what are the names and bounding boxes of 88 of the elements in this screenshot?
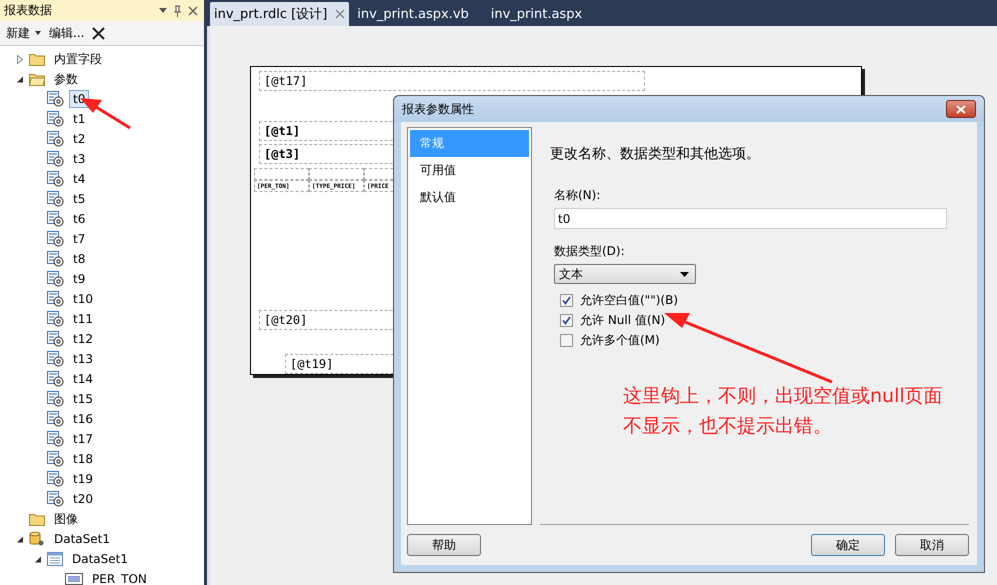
parameter-icon	[47, 211, 64, 227]
parameter-icon	[47, 291, 64, 307]
database-icon	[29, 531, 45, 547]
tree-item[interactable]: t4	[69, 170, 90, 188]
parameter-icon	[47, 111, 64, 127]
toolbar-button[interactable]: 编辑...	[49, 24, 84, 42]
tree-item[interactable]: t10	[69, 290, 97, 308]
parameter-icon	[47, 131, 64, 147]
tree-item[interactable]: DataSet1	[68, 550, 132, 568]
document-tab[interactable]: inv_print.aspx	[486, 2, 596, 26]
tree-item[interactable]: t5	[69, 190, 90, 208]
type-dropdown[interactable]: 文本	[554, 264, 696, 284]
parameter-icon	[47, 431, 64, 447]
parameter-icon	[47, 151, 64, 167]
toolbar-button[interactable]: 新建	[6, 24, 41, 42]
cancel-button[interactable]: 取消	[895, 534, 969, 556]
name-input[interactable]: t0	[554, 208, 947, 229]
checkbox[interactable]	[560, 334, 573, 346]
tree-item[interactable]: t19	[69, 470, 97, 488]
tree-item[interactable]: DataSet1	[50, 530, 114, 548]
checkbox-label: 允许多个值(M)	[580, 332, 660, 348]
parameter-icon	[47, 351, 64, 367]
parameter-icon	[47, 91, 64, 107]
tree-item[interactable]: t14	[69, 370, 97, 388]
dialog-title: 报表参数属性	[402, 100, 474, 118]
tree-item[interactable]: t16	[69, 410, 97, 428]
field-label: 名称(N):	[554, 187, 602, 204]
parameter-icon	[47, 451, 64, 467]
parameter-icon	[47, 191, 64, 207]
document-tab[interactable]: inv_prt.rdlc [设计]	[210, 2, 350, 26]
tree-item[interactable]: 参数	[50, 68, 82, 90]
parameter-icon	[47, 231, 64, 247]
parameter-icon	[47, 271, 64, 287]
folder-icon	[29, 52, 45, 66]
tree-item[interactable]: t6	[69, 210, 90, 228]
tree-item[interactable]: t7	[69, 230, 90, 248]
close-button[interactable]	[946, 100, 976, 118]
dropdown-icon[interactable]	[159, 8, 167, 13]
caret-icon	[680, 272, 689, 276]
help-button[interactable]: 帮助	[407, 534, 481, 556]
delete-icon[interactable]	[92, 26, 106, 40]
tree-item[interactable]: t13	[69, 350, 97, 368]
expanded-arrow-icon[interactable]	[34, 554, 42, 564]
ok-button[interactable]: 确定	[811, 534, 885, 556]
expanded-arrow-icon[interactable]	[16, 74, 24, 84]
annotation-text: 这里钩上，不则，出现空值或null页面	[623, 384, 943, 409]
tree-item[interactable]: t15	[69, 390, 97, 408]
parameter-icon	[47, 471, 64, 487]
tree-item[interactable]: 内置字段	[50, 48, 106, 70]
tree-item[interactable]: t17	[69, 430, 97, 448]
tree-item[interactable]: t9	[69, 270, 90, 288]
dialog-heading: 更改名称、数据类型和其他选项。	[550, 145, 761, 163]
folder-icon	[29, 72, 45, 86]
pin-icon[interactable]	[173, 4, 182, 16]
parameter-icon	[47, 251, 64, 267]
tree-item[interactable]: t11	[69, 310, 97, 328]
tree-item[interactable]: 图像	[50, 508, 82, 530]
annotation-text: 不显示，也不提示出错。	[623, 414, 833, 439]
tree-item[interactable]: t3	[69, 150, 90, 168]
tree-item[interactable]: t8	[69, 250, 90, 268]
close-icon	[956, 104, 966, 114]
table-icon	[47, 552, 63, 566]
checkbox-label: 允许 Null 值(N)	[580, 312, 666, 328]
panel-title: 报表数据	[4, 2, 53, 19]
parameter-icon	[47, 391, 64, 407]
report-textbox[interactable]: [@t17]	[259, 71, 645, 91]
tree-item[interactable]: PER_TON	[88, 570, 151, 585]
close-icon[interactable]	[335, 9, 346, 19]
parameter-icon	[47, 331, 64, 347]
document-tab[interactable]: inv_print.aspx.vb	[353, 2, 483, 26]
tree-item[interactable]: t12	[69, 330, 97, 348]
tree-item[interactable]: t18	[69, 450, 97, 468]
tree-item[interactable]: t1	[69, 110, 90, 128]
tree-item[interactable]: t2	[69, 130, 90, 148]
parameter-icon	[47, 171, 64, 187]
field-label: 数据类型(D):	[554, 243, 626, 260]
tree-item[interactable]: t20	[69, 490, 97, 508]
checkbox[interactable]	[560, 314, 573, 326]
parameter-icon	[47, 491, 64, 507]
checkbox-label: 允许空白值("")(B)	[580, 292, 678, 308]
folder-icon	[29, 512, 45, 526]
parameter-icon	[47, 371, 64, 387]
checkbox[interactable]	[560, 294, 573, 306]
expanded-arrow-icon[interactable]	[16, 534, 24, 544]
parameter-icon	[47, 311, 64, 327]
collapsed-arrow-icon[interactable]	[16, 54, 24, 64]
close-icon[interactable]	[188, 6, 198, 16]
parameter-icon	[47, 411, 64, 427]
